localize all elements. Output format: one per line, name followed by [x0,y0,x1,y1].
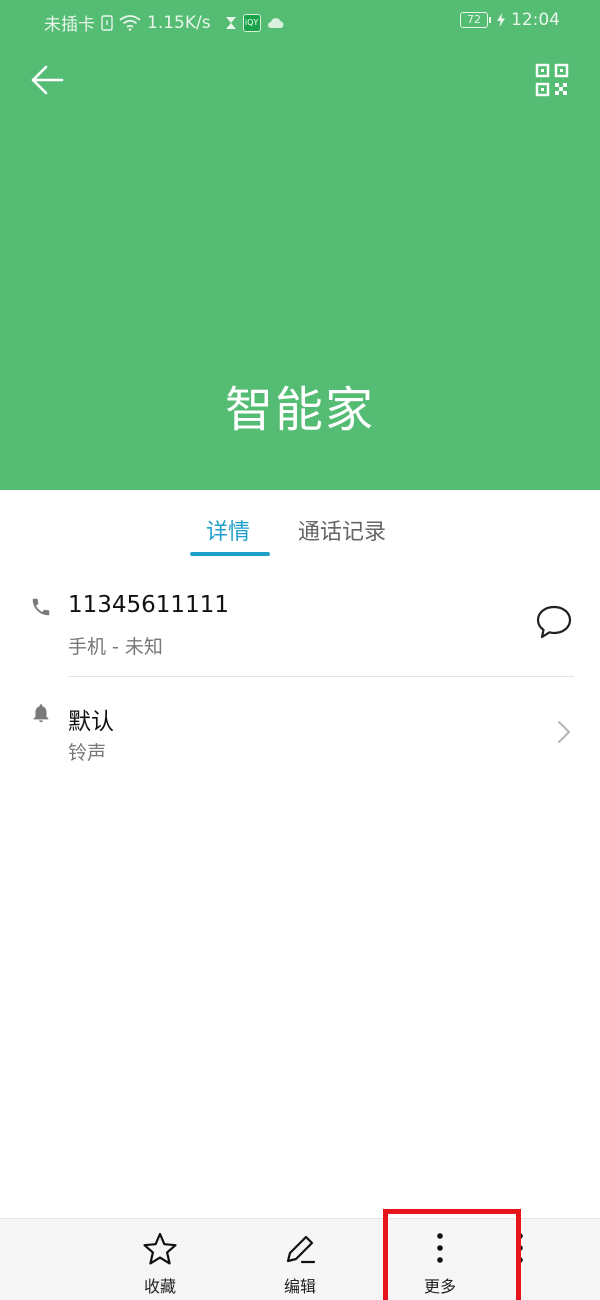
iqiyi-icon: iQY [242,13,261,32]
bell-icon [33,704,49,723]
more-button[interactable]: 更多 [395,1219,485,1300]
battery-level: 72 [460,12,488,28]
favorite-label: 收藏 [143,1277,176,1296]
arrow-left-icon [31,65,64,95]
overflow-menu-button[interactable] [505,1231,535,1271]
edit-label: 编辑 [283,1277,316,1296]
tab-details[interactable]: 详情 [206,514,250,546]
qr-code-icon [535,63,569,97]
phone-number: 11345611111 [68,592,229,618]
qr-code-button[interactable] [534,62,570,98]
phone-type: 手机 - 未知 [68,636,163,658]
more-vertical-icon [517,1233,523,1263]
more-label: 更多 [423,1277,456,1296]
ringtone-label: 铃声 [68,742,107,764]
star-icon [143,1232,177,1265]
wifi-icon [119,14,141,31]
pencil-icon [286,1235,316,1264]
active-tab-indicator [190,552,270,556]
favorite-button[interactable]: 收藏 [115,1219,205,1300]
row-divider [68,676,574,677]
hourglass-icon [225,16,237,30]
phone-icon [32,598,50,616]
network-speed: 1.15K/s [147,12,211,33]
phone-number-row[interactable]: 11345611111 手机 - 未知 [0,580,600,678]
cloud-icon [267,17,285,29]
chevron-right-icon [558,721,570,743]
bottom-action-bar: 收藏 编辑 更多 [0,1218,600,1300]
battery-indicator: 72 [460,12,491,28]
back-button[interactable] [28,60,68,100]
send-message-button[interactable] [535,604,573,640]
detail-tabs: 详情 通话记录 [0,490,600,562]
status-bar: 未插卡 1.15K/s iQY 72 12:04 [0,0,600,42]
tab-call-log[interactable]: 通话记录 [298,514,386,546]
sim-icon [101,14,113,31]
contact-name: 智能家 [224,382,375,438]
edit-button[interactable]: 编辑 [255,1219,345,1300]
message-icon [536,605,572,639]
clock: 12:04 [511,10,560,30]
charging-icon [497,13,505,27]
more-vertical-icon [437,1233,443,1263]
ringtone-row[interactable]: 默认 铃声 [0,690,600,780]
battery-tip [489,17,491,23]
ringtone-value: 默认 [68,709,114,735]
carrier-text: 未插卡 [44,15,95,35]
contact-header: 未插卡 1.15K/s iQY 72 12:04 智能家 [0,0,600,490]
